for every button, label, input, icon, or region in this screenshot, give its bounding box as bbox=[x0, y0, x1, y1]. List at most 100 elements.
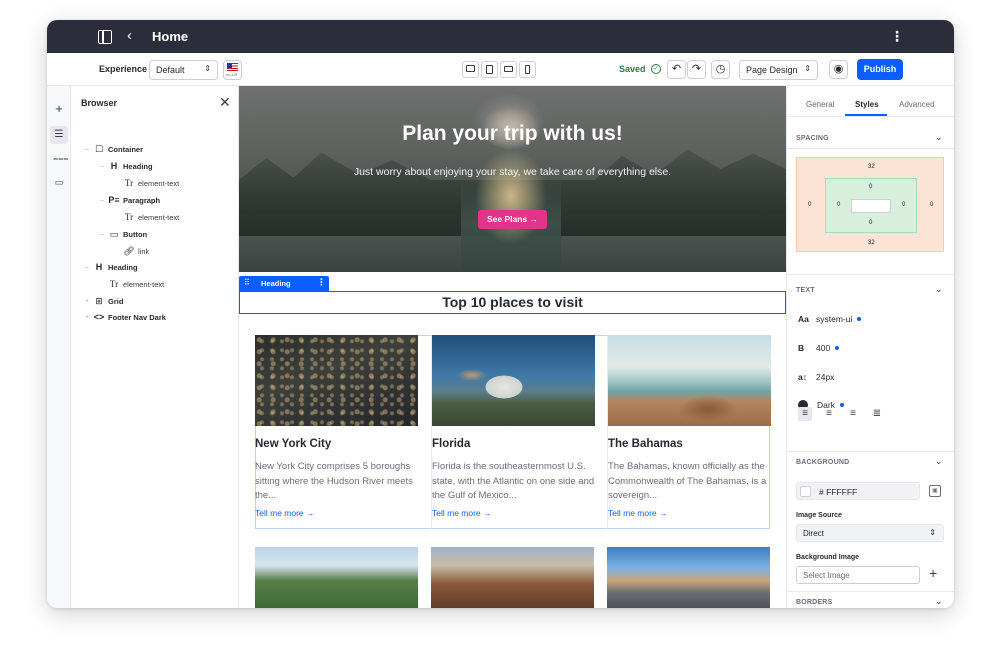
selected-fragment-tag[interactable]: ⠿ Heading ⋮ bbox=[239, 276, 329, 291]
margin-bottom-value[interactable]: 32 bbox=[868, 240, 875, 246]
new-york-image bbox=[255, 335, 418, 426]
padding-left-value[interactable]: 0 bbox=[837, 202, 840, 208]
us-flag-icon bbox=[227, 63, 238, 71]
card-florida[interactable]: Florida Florida is the southeasternmost … bbox=[431, 335, 595, 529]
section-heading[interactable]: Top 10 places to visit bbox=[239, 291, 786, 314]
chevron-down-icon[interactable]: ⌄ bbox=[935, 456, 943, 467]
tell-me-more-link[interactable]: Tell me more → bbox=[608, 508, 668, 518]
experience-select[interactable]: Default ⇕ bbox=[149, 60, 218, 80]
hero-banner[interactable]: Plan your trip with us! Just worry about… bbox=[239, 86, 786, 272]
fragment-kebab-icon[interactable]: ⋮ bbox=[317, 277, 326, 288]
card-new-york[interactable]: New York City New York City comprises 5 … bbox=[255, 335, 418, 529]
padding-box[interactable]: 0 0 0 0 bbox=[825, 178, 917, 233]
tree-item-paragraph[interactable]: – P≡ Paragraph bbox=[100, 195, 160, 205]
lodge-image[interactable] bbox=[431, 547, 594, 608]
tree-item-element-text[interactable]: Tr element-text bbox=[123, 212, 179, 222]
tree-item-link[interactable]: 🔗︎ link bbox=[123, 246, 149, 257]
padding-right-value[interactable]: 0 bbox=[902, 202, 905, 208]
landscape-viewport-button[interactable] bbox=[500, 61, 517, 78]
margin-box[interactable]: 32 32 0 0 0 0 0 0 bbox=[796, 157, 944, 252]
card-text: Florida is the southeasternmost U.S. sta… bbox=[432, 461, 595, 501]
borders-section-header[interactable]: BORDERS bbox=[796, 599, 832, 606]
history-clock-icon: ◷ bbox=[715, 63, 726, 75]
page-design-select[interactable]: Page Design ⇕ bbox=[739, 60, 818, 80]
background-section-header[interactable]: BACKGROUND bbox=[796, 459, 849, 466]
mobile-viewport-button[interactable] bbox=[519, 61, 536, 78]
chevron-down-icon[interactable]: ⌄ bbox=[935, 132, 943, 143]
locale-button[interactable]: en-US bbox=[223, 60, 242, 80]
font-weight-row[interactable]: B 400 bbox=[798, 343, 840, 353]
add-fragment-icon[interactable]: + bbox=[53, 102, 65, 115]
collapse-icon[interactable]: – bbox=[100, 197, 108, 204]
font-family-row[interactable]: Aa system-ui bbox=[798, 314, 862, 324]
collapse-icon[interactable]: – bbox=[85, 146, 93, 153]
tab-general[interactable]: General bbox=[806, 100, 834, 109]
undo-button[interactable]: ↶ bbox=[667, 60, 686, 79]
see-plans-button[interactable]: See Plans → bbox=[478, 210, 547, 229]
expand-icon[interactable]: + bbox=[85, 298, 93, 305]
desert-road-image[interactable] bbox=[607, 547, 770, 608]
align-justify-icon[interactable]: ≣ bbox=[870, 407, 884, 421]
back-chevron-icon[interactable]: ‹ bbox=[127, 28, 141, 44]
tree-item-heading[interactable]: – H Heading bbox=[85, 262, 138, 272]
background-color-input[interactable]: # FFFFFF bbox=[796, 482, 920, 500]
comments-icon[interactable]: ▭ bbox=[53, 176, 65, 188]
tell-me-more-link[interactable]: Tell me more → bbox=[432, 508, 492, 518]
drag-handle-icon[interactable]: ⠿ bbox=[244, 278, 250, 287]
tree-item-label: Button bbox=[123, 230, 148, 239]
tree-item-element-text[interactable]: Tr element-text bbox=[108, 279, 164, 289]
heading-icon: H bbox=[110, 161, 118, 171]
browser-tree-icon[interactable]: ☰ bbox=[50, 126, 68, 144]
align-left-icon[interactable]: ≡ bbox=[798, 407, 812, 421]
tree-item-container[interactable]: – ☐ Container bbox=[85, 144, 143, 155]
background-image-input[interactable]: Select Image bbox=[796, 566, 920, 584]
tab-advanced[interactable]: Advanced bbox=[899, 100, 935, 109]
tree-item-button[interactable]: – ▭ Button bbox=[100, 229, 147, 240]
padding-bottom-value[interactable]: 0 bbox=[869, 220, 872, 226]
collapse-icon[interactable]: – bbox=[100, 231, 108, 238]
tropical-resort-image[interactable] bbox=[255, 547, 418, 608]
sidebar-toggle-icon[interactable] bbox=[98, 30, 112, 44]
tell-me-more-link[interactable]: Tell me more → bbox=[255, 508, 315, 518]
button-icon: ▭ bbox=[109, 229, 119, 239]
add-image-icon[interactable]: + bbox=[929, 565, 937, 581]
tree-item-footer-nav[interactable]: + <> Footer Nav Dark bbox=[85, 312, 166, 322]
font-size-row[interactable]: a↕ 24px bbox=[798, 372, 834, 382]
align-center-icon[interactable]: ≡ bbox=[822, 407, 836, 421]
hero-title[interactable]: Plan your trip with us! bbox=[239, 122, 786, 146]
image-picker-icon[interactable]: ▣ bbox=[929, 485, 941, 497]
card-title: New York City bbox=[255, 438, 332, 450]
align-right-icon[interactable]: ≡ bbox=[846, 407, 860, 421]
padding-top-value[interactable]: 0 bbox=[869, 184, 872, 190]
redo-button[interactable]: ↷ bbox=[687, 60, 706, 79]
tree-item-heading[interactable]: – H Heading bbox=[100, 161, 153, 171]
eye-icon: ◉ bbox=[833, 63, 844, 75]
tree-item-label: Footer Nav Dark bbox=[108, 312, 166, 322]
page-structure-icon[interactable]: ⩶ bbox=[53, 152, 68, 164]
history-button[interactable]: ◷ bbox=[711, 60, 730, 79]
tablet-viewport-button[interactable] bbox=[481, 61, 498, 78]
tab-styles[interactable]: Styles bbox=[855, 100, 879, 109]
tree-item-element-text[interactable]: Tr element-text bbox=[123, 178, 179, 188]
options-kebab-icon[interactable]: ⋮ bbox=[890, 28, 904, 44]
hero-subtitle[interactable]: Just worry about enjoying your stay, we … bbox=[239, 166, 786, 178]
margin-right-value[interactable]: 0 bbox=[930, 202, 933, 208]
expand-icon[interactable]: + bbox=[85, 314, 93, 321]
margin-left-value[interactable]: 0 bbox=[808, 202, 811, 208]
chevron-down-icon[interactable]: ⌄ bbox=[935, 596, 943, 607]
publish-button[interactable]: Publish bbox=[857, 59, 903, 80]
image-source-select[interactable]: Direct ⇕ bbox=[796, 524, 944, 542]
chevron-down-icon[interactable]: ⌄ bbox=[935, 284, 943, 295]
margin-top-value[interactable]: 32 bbox=[868, 164, 875, 170]
code-icon: <> bbox=[93, 312, 105, 322]
spacing-section-header[interactable]: SPACING bbox=[796, 135, 829, 142]
preview-button[interactable]: ◉ bbox=[829, 60, 848, 79]
color-swatch-icon[interactable] bbox=[800, 486, 811, 497]
tree-item-grid[interactable]: + ⊞ Grid bbox=[85, 296, 123, 307]
card-bahamas[interactable]: The Bahamas The Bahamas, known officiall… bbox=[607, 335, 771, 529]
desktop-viewport-button[interactable] bbox=[462, 61, 479, 78]
close-icon[interactable]: ✕ bbox=[219, 94, 231, 111]
collapse-icon[interactable]: – bbox=[100, 163, 108, 170]
collapse-icon[interactable]: – bbox=[85, 264, 93, 271]
text-section-header[interactable]: TEXT bbox=[796, 287, 815, 294]
